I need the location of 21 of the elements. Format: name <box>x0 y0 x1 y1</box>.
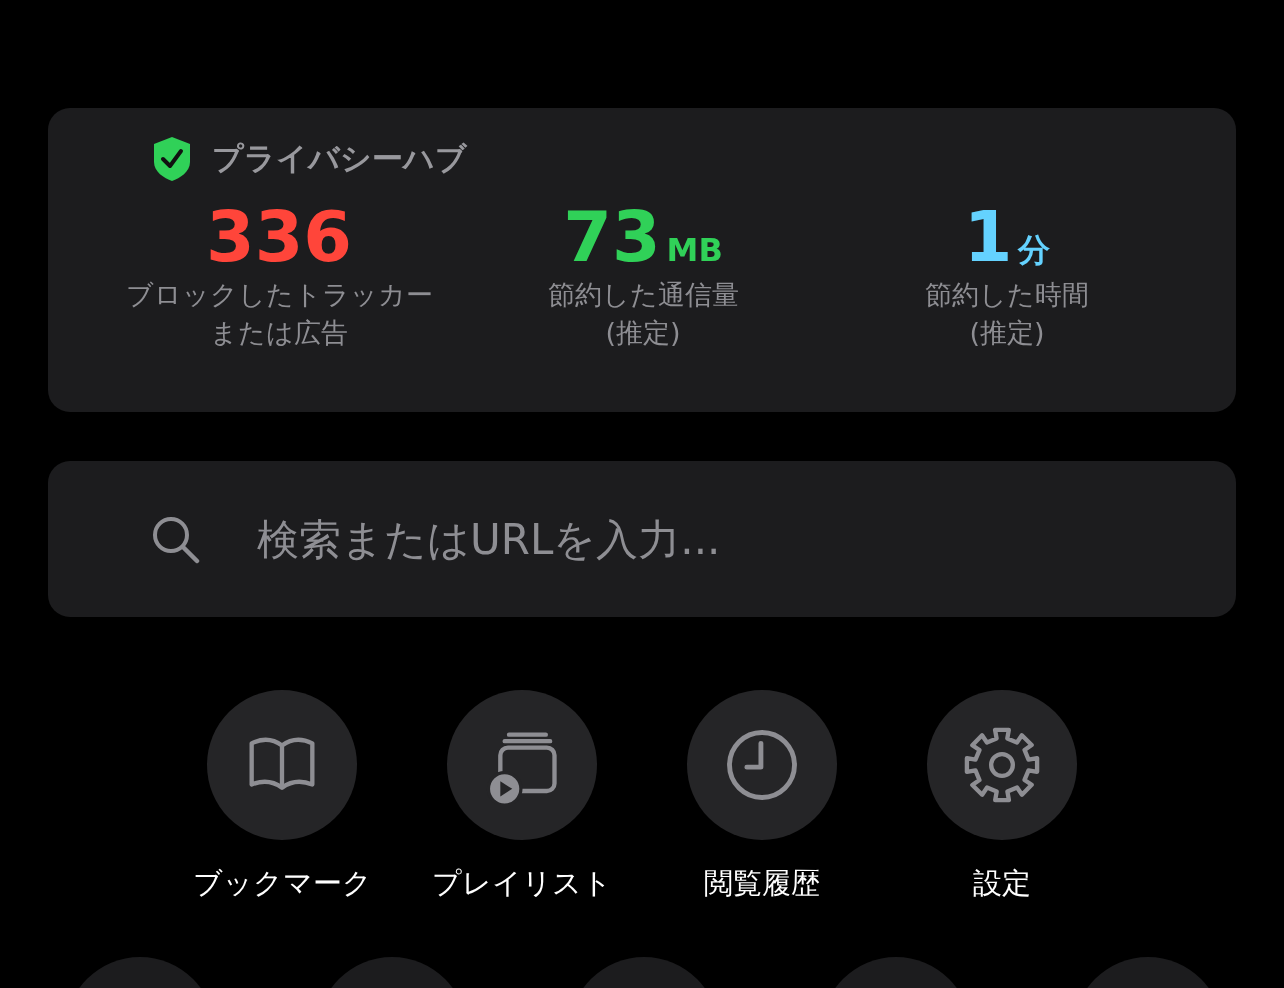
stat-label: 節約した時間 <box>925 278 1089 312</box>
search-icon <box>150 514 200 564</box>
stat-number: 73 <box>563 198 661 276</box>
stat-label: (推定) <box>969 316 1045 350</box>
stat-label: または広告 <box>210 316 348 350</box>
shortcut-label: ブックマーク <box>192 865 372 902</box>
settings-icon <box>963 726 1041 804</box>
stat-label: 節約した通信量 <box>547 278 739 312</box>
stat-label: ブロックしたトラッカー <box>125 278 433 312</box>
shortcut-label: 閲覧履歴 <box>704 865 820 902</box>
stat-number: 336 <box>205 198 353 276</box>
shortcut-label: 設定 <box>973 865 1031 902</box>
shortcut-label: プレイリスト <box>432 865 612 902</box>
stat-unit: MB <box>666 231 723 269</box>
shield-check-icon <box>152 136 192 182</box>
search-bar[interactable]: 検索またはURLを入力... <box>48 461 1236 617</box>
stat-number: 1 <box>963 198 1013 276</box>
stat-label: (推定) <box>605 316 681 350</box>
search-field[interactable]: 検索またはURLを入力... <box>255 513 1236 565</box>
stat-unit: 分 <box>1018 230 1051 271</box>
card-title: プライバシーハブ <box>212 139 467 178</box>
